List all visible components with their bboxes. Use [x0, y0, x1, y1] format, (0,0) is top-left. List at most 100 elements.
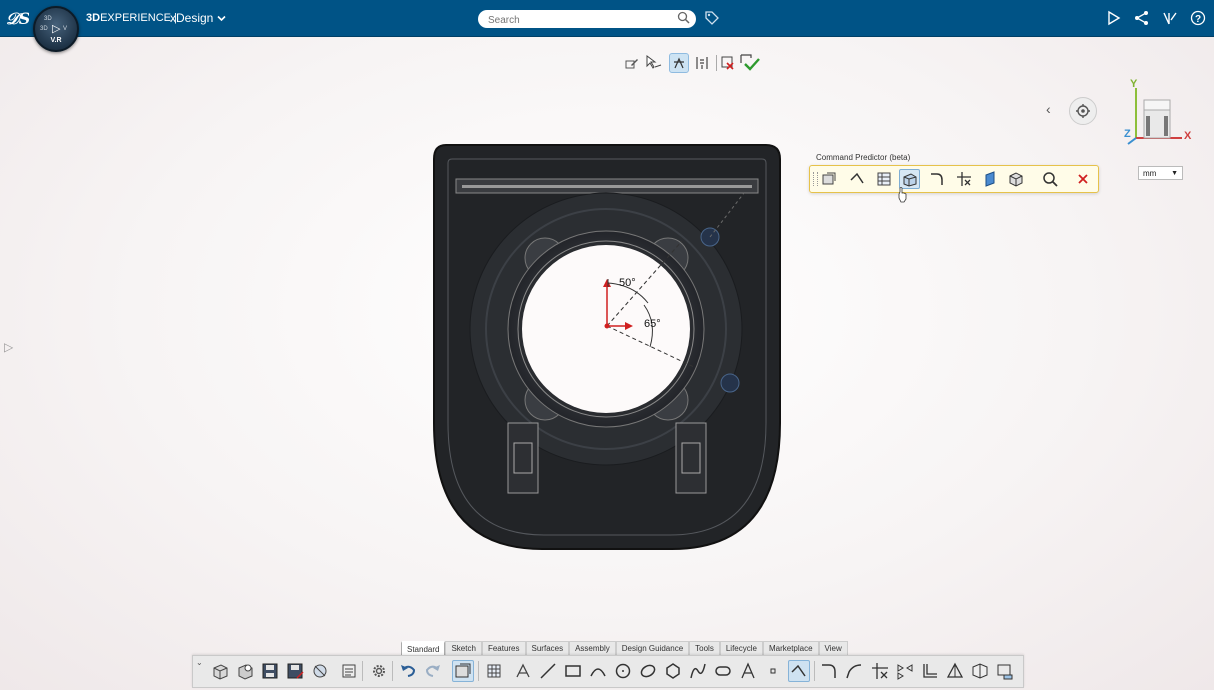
constraint-tool-button[interactable] [692, 53, 712, 73]
tab-features[interactable]: Features [481, 641, 526, 655]
tab-tools[interactable]: Tools [689, 641, 720, 655]
close-icon [1077, 174, 1088, 184]
expand-left-panel-icon[interactable]: ▷ [4, 340, 13, 354]
predictor-close-button[interactable] [1072, 169, 1093, 189]
tab-standard[interactable]: Standard [401, 641, 446, 656]
import-icon [313, 664, 327, 678]
import-button[interactable] [309, 660, 331, 682]
tab-lifecycle[interactable]: Lifecycle [719, 641, 763, 655]
search-box[interactable] [478, 10, 696, 28]
polygon-button[interactable] [662, 660, 684, 682]
dimension-icon [696, 57, 708, 69]
offset-button[interactable] [919, 660, 941, 682]
tab-design-guidance[interactable]: Design Guidance [615, 641, 690, 655]
save-button[interactable] [259, 660, 281, 682]
construction-line-button[interactable] [788, 660, 810, 682]
chevron-down-icon [217, 15, 226, 22]
settings-button[interactable] [368, 660, 390, 682]
angle-dimension-65[interactable]: 65° [644, 318, 661, 330]
convert-entities-button[interactable] [994, 660, 1016, 682]
ellipse-button[interactable] [637, 660, 659, 682]
predicted-sketch-command[interactable] [818, 169, 839, 189]
tab-assembly[interactable]: Assembly [569, 641, 616, 655]
text-button[interactable] [737, 660, 759, 682]
point-button[interactable] [762, 660, 784, 682]
mirror-icon [897, 664, 913, 680]
collapse-panel-chevron-icon[interactable]: ‹ [1046, 101, 1051, 117]
communities-icon[interactable] [1162, 10, 1178, 29]
action-bar-expand-chevron-icon[interactable]: ⌄ [196, 658, 203, 667]
command-predictor-title: Command Predictor (beta) [816, 153, 911, 162]
compass-left-quadrant[interactable]: 3D [40, 26, 48, 32]
tab-surfaces[interactable]: Surfaces [525, 641, 570, 655]
view-cube-triad[interactable]: Y X Z [1124, 78, 1196, 146]
chamfer-button[interactable] [843, 660, 865, 682]
compass-widget[interactable]: 3D 3D ▷ V V.R [33, 6, 79, 52]
arc-button[interactable] [587, 660, 609, 682]
share-icon[interactable] [1134, 10, 1150, 29]
triad-y-label: Y [1130, 78, 1138, 90]
slot-button[interactable] [712, 660, 734, 682]
arc-icon [590, 668, 606, 677]
table-icon [877, 172, 890, 186]
view-options-button[interactable] [1069, 97, 1097, 125]
predicted-fillet-command[interactable] [926, 169, 947, 189]
grid-button[interactable] [483, 660, 505, 682]
spline-button[interactable] [687, 660, 709, 682]
cube-view-button[interactable] [969, 660, 991, 682]
part-model-view[interactable]: 50° 65° [432, 143, 782, 551]
new-part-button[interactable] [209, 660, 231, 682]
undo-button[interactable] [397, 660, 419, 682]
tab-marketplace[interactable]: Marketplace [762, 641, 819, 655]
tab-view[interactable]: View [818, 641, 848, 655]
fillet-icon [930, 173, 943, 185]
properties-button[interactable] [338, 660, 360, 682]
edit-sketch-button[interactable] [622, 53, 642, 73]
mirror-button[interactable] [894, 660, 916, 682]
line-button[interactable] [537, 660, 559, 682]
dassault-logo-icon[interactable]: 𝒟S [5, 7, 30, 29]
offset-icon [923, 664, 937, 678]
redo-button[interactable] [422, 660, 444, 682]
exit-sketch-button[interactable] [740, 53, 760, 73]
open-button[interactable] [234, 660, 256, 682]
sketch-snap-button[interactable] [669, 53, 689, 73]
predicted-line-command[interactable] [846, 169, 867, 189]
units-dropdown[interactable]: mm ▼ [1138, 166, 1183, 180]
predicted-trim-command[interactable] [953, 169, 974, 189]
predicted-extrude-command[interactable] [899, 169, 920, 189]
cancel-sketch-button[interactable] [718, 53, 738, 73]
search-input[interactable] [486, 12, 670, 28]
smart-dimension-button[interactable] [512, 660, 534, 682]
new-part-icon [213, 664, 228, 680]
top-bar: 𝒟S 3DEXPERIENCE | xDesign ? [0, 0, 1214, 37]
circle-button[interactable] [612, 660, 634, 682]
platform-brand: 3DEXPERIENCE | [86, 12, 177, 24]
help-icon[interactable]: ? [1190, 10, 1206, 29]
predicted-shell-command[interactable] [1005, 169, 1026, 189]
fillet-button[interactable] [818, 660, 840, 682]
properties-icon [342, 664, 356, 678]
svg-text:𝒟S: 𝒟S [6, 9, 29, 28]
tag-icon[interactable] [704, 10, 720, 29]
sketch-button[interactable] [452, 660, 474, 682]
search-icon[interactable] [677, 11, 690, 27]
share-play-icon[interactable] [1106, 10, 1122, 29]
angle-dimension-50[interactable]: 50° [619, 277, 636, 289]
select-tool-button[interactable] [644, 53, 664, 73]
checkmark-icon [740, 54, 760, 71]
predictor-search-button[interactable] [1039, 169, 1060, 189]
trim-button[interactable] [869, 660, 891, 682]
play-icon[interactable]: ▷ [52, 22, 60, 35]
rectangle-button[interactable] [562, 660, 584, 682]
compass-version: V.R [50, 37, 62, 44]
save-with-options-button[interactable] [284, 660, 306, 682]
compass-3d-quadrant[interactable]: 3D [44, 16, 52, 22]
cursor-icon [646, 55, 662, 69]
predicted-table-command[interactable] [873, 169, 894, 189]
predicted-plane-command[interactable] [979, 169, 1000, 189]
compass-right-quadrant[interactable]: V [63, 26, 67, 32]
project-button[interactable] [944, 660, 966, 682]
tab-sketch[interactable]: Sketch [445, 641, 482, 655]
app-switcher-dropdown[interactable]: xDesign [170, 11, 226, 25]
